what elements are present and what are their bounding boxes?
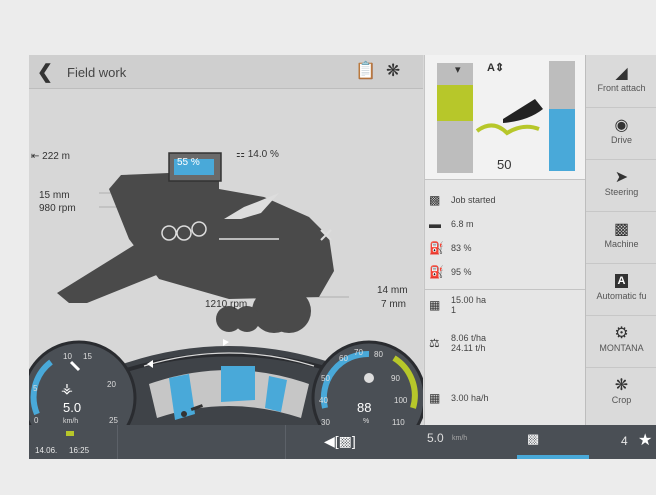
fuel-row: ⛽ 83 % — [429, 241, 472, 255]
yield-row: ⚖ 8.06 t/ha 24.11 t/h — [429, 333, 487, 353]
job-icon: ▩ — [429, 193, 441, 207]
nav-item-drive[interactable]: ◉ Drive — [586, 107, 656, 160]
wheat-icon: ❋ — [614, 377, 629, 394]
load-unit: % — [363, 418, 370, 425]
status-count: 4 — [621, 434, 628, 448]
track-width-icon[interactable]: ◀[▩] — [324, 433, 356, 450]
header-height-value: 50 — [497, 157, 512, 172]
speed-tick: 15 — [83, 352, 92, 361]
field-work-screen: ❮ Field work 📋 ❋ ⇤ 222 m ⚏ 14.0 % 15 mm … — [29, 55, 656, 459]
adblue-icon: ⛽ — [429, 265, 444, 279]
speed-unit: km/h — [63, 418, 79, 425]
right-clearance-1-label: 14 mm — [377, 285, 408, 296]
load-tick: 60 — [339, 354, 348, 363]
load-tick: 40 — [319, 396, 328, 405]
machine-icon: ▩ — [527, 431, 540, 446]
load-tick: 100 — [394, 396, 408, 405]
drive-icon: ◉ — [614, 117, 629, 134]
back-button[interactable]: ❮ — [37, 61, 53, 84]
bottom-rpm-label: 1210 rpm — [205, 299, 248, 310]
nav-item-steering[interactable]: ➤ Steering — [586, 159, 656, 212]
right-clearance-2-label: 7 mm — [381, 299, 406, 310]
status-bar: 14.06. 16:25 ◀[▩] 5.0 km/h ▩ 4 ★ — [29, 425, 656, 459]
active-tab-indicator — [517, 455, 589, 459]
height-top-icon: ▾ — [455, 64, 461, 76]
speed-tick: 20 — [107, 380, 116, 389]
job-row: ▩ Job started — [429, 193, 496, 207]
automatic-function-icon: A — [586, 271, 656, 291]
grain-tank-label: 55 % — [177, 157, 200, 168]
load-tick: 50 — [321, 374, 330, 383]
wheat-icon[interactable]: ❋ — [386, 61, 400, 81]
adblue-row: ⛽ 95 % — [429, 265, 472, 279]
load-tick: 70 — [354, 348, 363, 357]
divider — [425, 179, 585, 180]
nav-item-montana[interactable]: ⚙ MONTANA — [586, 315, 656, 368]
header-height-widget[interactable]: ▾ A⇕ ↧ 50 — [425, 55, 585, 179]
speed-gauge-icon: ⚶ — [61, 380, 73, 396]
width-row: ▬ 6.8 m — [429, 217, 474, 231]
side-nav: ◢ Front attach ◉ Drive ➤ Steering ▩ Machine … — [585, 55, 656, 425]
speed-tick: 0 — [34, 416, 39, 425]
header-bar: ❮ Field work 📋 ❋ — [29, 55, 423, 89]
speed-tick: 25 — [109, 416, 118, 425]
header-graphic — [475, 99, 543, 136]
status-speed-unit: km/h — [452, 435, 468, 442]
area-row: ▦ 15.00 ha 1 — [429, 295, 487, 315]
speed-tick: 10 — [63, 352, 72, 361]
load-tick: 90 — [391, 374, 400, 383]
load-tick: 80 — [374, 350, 383, 359]
time-label: 16:25 — [69, 446, 90, 455]
working-width-icon: ▬ — [429, 217, 441, 231]
montana-icon: ⚙ — [614, 325, 629, 342]
steering-icon: ➤ — [614, 169, 629, 186]
machine-icon: ▩ — [613, 221, 630, 238]
battery-icon — [66, 431, 74, 436]
info-panel: ▾ A⇕ ↧ 50 ▩Job started ▬6.8 m ⛽83 % ⛽95 … — [424, 55, 585, 425]
speed-value: 5.0 — [63, 400, 82, 415]
height-indicator — [437, 85, 473, 121]
star-icon[interactable]: ★ — [638, 430, 652, 450]
area-rate-icon: ▦ — [429, 391, 441, 405]
gauge-labels: 0 5 10 15 20 25 ⚶ 5.0 km/h 30 40 50 60 7… — [29, 318, 423, 428]
status-speed: 5.0 — [427, 431, 444, 445]
front-attachment-icon: ◢ — [615, 65, 628, 82]
rate-row: ▦ 3.00 ha/h — [429, 391, 489, 405]
nav-item-automatic[interactable]: A Automatic fu — [586, 263, 656, 316]
divider — [117, 425, 118, 459]
nav-item-crop[interactable]: ❋ Crop — [586, 367, 656, 425]
load-value: 88 — [357, 400, 372, 415]
page-title: Field work — [67, 65, 127, 80]
speed-tick: 5 — [33, 384, 38, 393]
divider — [285, 425, 286, 459]
nav-item-front-attach[interactable]: ◢ Front attach — [586, 55, 656, 108]
date-label: 14.06. — [35, 446, 58, 455]
level-fill — [549, 109, 575, 171]
divider — [425, 289, 585, 290]
area-icon: ▦ — [429, 298, 441, 312]
lift-icon: A⇕ — [487, 62, 505, 74]
clipboard-icon[interactable]: 📋 — [355, 61, 376, 81]
machine-status-tab[interactable]: ▩ — [517, 425, 589, 459]
fuel-icon: ⛽ — [429, 241, 444, 255]
scale-icon: ⚖ — [429, 336, 440, 350]
nav-item-machine[interactable]: ▩ Machine — [586, 211, 656, 264]
